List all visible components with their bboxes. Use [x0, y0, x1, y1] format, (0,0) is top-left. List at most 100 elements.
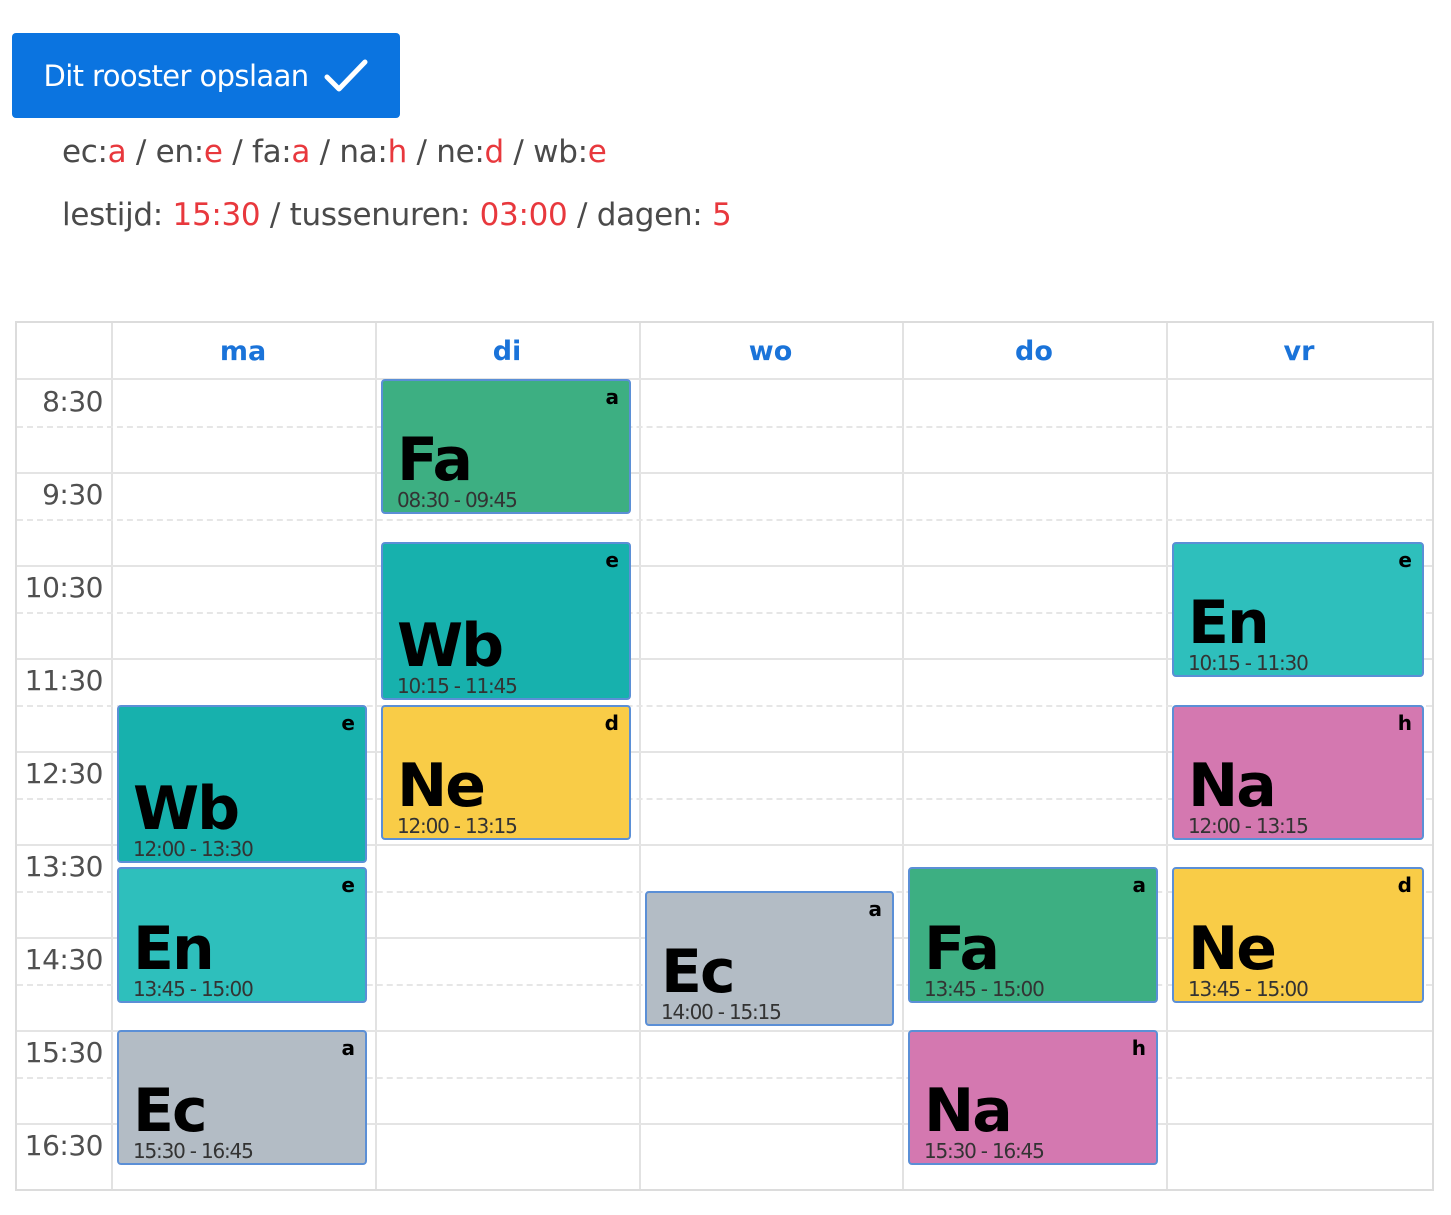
lesson-en-ma[interactable]: e En 13:45 - 15:00	[117, 867, 367, 1003]
lesson-subject: Ec	[133, 1076, 208, 1147]
lestijd-value: 15:30	[172, 197, 261, 233]
assignment-subject: fa:	[251, 134, 292, 170]
save-button-label: Dit rooster opslaan	[43, 58, 309, 93]
assignment-na: na:h	[339, 134, 407, 170]
time-label: 12:30	[24, 757, 104, 790]
column-divider	[902, 323, 904, 1189]
lesson-fa-di[interactable]: a Fa 08:30 - 09:45	[381, 379, 631, 515]
lesson-time: 10:15 - 11:45	[397, 674, 518, 699]
dagen-value: 5	[711, 197, 732, 233]
lesson-level: e	[1398, 547, 1412, 572]
lesson-level: e	[341, 873, 355, 898]
lesson-subject: Ne	[1188, 913, 1277, 984]
lesson-time: 15:30 - 16:45	[924, 1139, 1045, 1164]
hour-line	[17, 472, 1432, 474]
lesson-time: 12:00 - 13:30	[133, 837, 254, 861]
lesson-level: a	[341, 1036, 356, 1060]
lestijd-label: lestijd:	[62, 197, 163, 233]
lesson-level: d	[604, 710, 619, 735]
assignment-wb: wb:e	[533, 134, 607, 170]
lesson-subject: Wb	[397, 611, 504, 682]
lesson-en-vr[interactable]: e En 10:15 - 11:30	[1172, 541, 1424, 677]
lesson-ne-di[interactable]: d Ne 12:00 - 13:15	[381, 704, 631, 840]
day-header-ma: ma	[219, 335, 267, 367]
lesson-time: 10:15 - 11:30	[1188, 651, 1309, 675]
lesson-ec-ma[interactable]: a Ec 15:30 - 16:45	[117, 1030, 367, 1166]
time-label: 8:30	[42, 385, 103, 418]
assignment-ec: ec:a	[62, 134, 127, 170]
lesson-fa-do[interactable]: a Fa 13:45 - 15:00	[908, 867, 1158, 1003]
lesson-subject: Ec	[661, 936, 736, 1007]
schedule-stats: lestijd: 15:30 / tussenuren: 03:00 / dag…	[62, 197, 732, 233]
lesson-ec-wo[interactable]: a Ec 14:00 - 15:15	[645, 890, 894, 1026]
lesson-time: 13:45 - 15:00	[1188, 976, 1309, 1001]
column-divider	[1166, 323, 1168, 1189]
assignment-subject: en:	[155, 134, 205, 170]
save-schedule-button[interactable]: Dit rooster opslaan	[12, 33, 400, 118]
time-label: 14:30	[24, 943, 104, 976]
dagen-label: dagen:	[596, 197, 703, 233]
lesson-subject: Na	[924, 1076, 1013, 1147]
lesson-level: h	[1131, 1036, 1146, 1060]
half-hour-line	[17, 518, 1432, 521]
assignment-level: h	[387, 134, 408, 170]
lesson-subject: Fa	[924, 913, 1000, 984]
lesson-time: 13:45 - 15:00	[133, 976, 254, 1001]
lesson-level: e	[605, 547, 619, 572]
assignment-subject: ec:	[62, 134, 108, 170]
tussenuren-value: 03:00	[479, 197, 568, 233]
lesson-time: 12:00 - 13:15	[397, 813, 518, 838]
lesson-na-vr[interactable]: h Na 12:00 - 13:15	[1172, 704, 1424, 840]
day-header-do: do	[1015, 335, 1053, 367]
lesson-wb-di[interactable]: e Wb 10:15 - 11:45	[381, 541, 631, 701]
assignment-en: en:e	[156, 134, 223, 170]
lesson-level: h	[1397, 710, 1412, 735]
day-header-di: di	[492, 335, 522, 367]
lesson-subject: En	[1188, 588, 1270, 658]
lesson-time: 13:45 - 15:00	[924, 976, 1045, 1001]
assignment-ne: ne:d	[436, 134, 504, 170]
assignment-level: d	[484, 134, 504, 170]
day-header-wo: wo	[748, 335, 793, 367]
lesson-na-do[interactable]: h Na 15:30 - 16:45	[908, 1030, 1158, 1166]
lesson-subject: Ne	[397, 750, 486, 821]
assignment-level: e	[587, 134, 607, 170]
day-header-vr: vr	[1283, 335, 1315, 367]
lesson-level: a	[868, 896, 883, 921]
lesson-level: a	[605, 385, 620, 409]
lesson-time: 15:30 - 16:45	[133, 1139, 254, 1164]
assignment-level: a	[291, 134, 311, 170]
assignment-subject: ne:	[436, 134, 485, 170]
lesson-level: d	[1397, 873, 1412, 898]
time-label: 10:30	[24, 571, 104, 604]
column-divider	[111, 323, 113, 1189]
time-label: 9:30	[42, 478, 103, 511]
assignment-level: a	[107, 134, 127, 170]
column-divider	[639, 323, 641, 1189]
time-label: 16:30	[24, 1129, 104, 1162]
column-divider	[375, 323, 377, 1189]
lesson-subject: Wb	[133, 774, 240, 844]
lesson-wb-ma[interactable]: e Wb 12:00 - 13:30	[117, 704, 367, 863]
time-label: 13:30	[24, 850, 104, 883]
assignment-subject: wb:	[533, 134, 588, 170]
half-hour-line	[17, 425, 1432, 428]
assignment-level: e	[203, 134, 223, 170]
lesson-subject: En	[133, 913, 215, 984]
assignment-fa: fa:a	[252, 134, 310, 170]
assignment-subject: na:	[339, 134, 388, 170]
time-label: 11:30	[24, 664, 104, 697]
lesson-level: a	[1132, 873, 1147, 898]
lesson-time: 08:30 - 09:45	[397, 488, 518, 513]
checkmark-icon	[324, 59, 368, 91]
time-label: 15:30	[24, 1036, 104, 1069]
lesson-time: 12:00 - 13:15	[1188, 813, 1309, 838]
week-calendar: ma di wo do vr 8:30 9:30 10:30 11:30 12:30 13:30 14…	[15, 321, 1434, 1191]
lesson-level: e	[341, 710, 355, 735]
lesson-subject: Fa	[397, 425, 473, 496]
tussenuren-label: tussenuren:	[289, 197, 471, 233]
lesson-time: 14:00 - 15:15	[661, 999, 782, 1024]
lesson-ne-vr[interactable]: d Ne 13:45 - 15:00	[1172, 867, 1424, 1003]
level-assignments: ec:a / en:e / fa:a / na:h / ne:d / wb:e	[62, 134, 607, 170]
lesson-subject: Na	[1188, 750, 1277, 821]
